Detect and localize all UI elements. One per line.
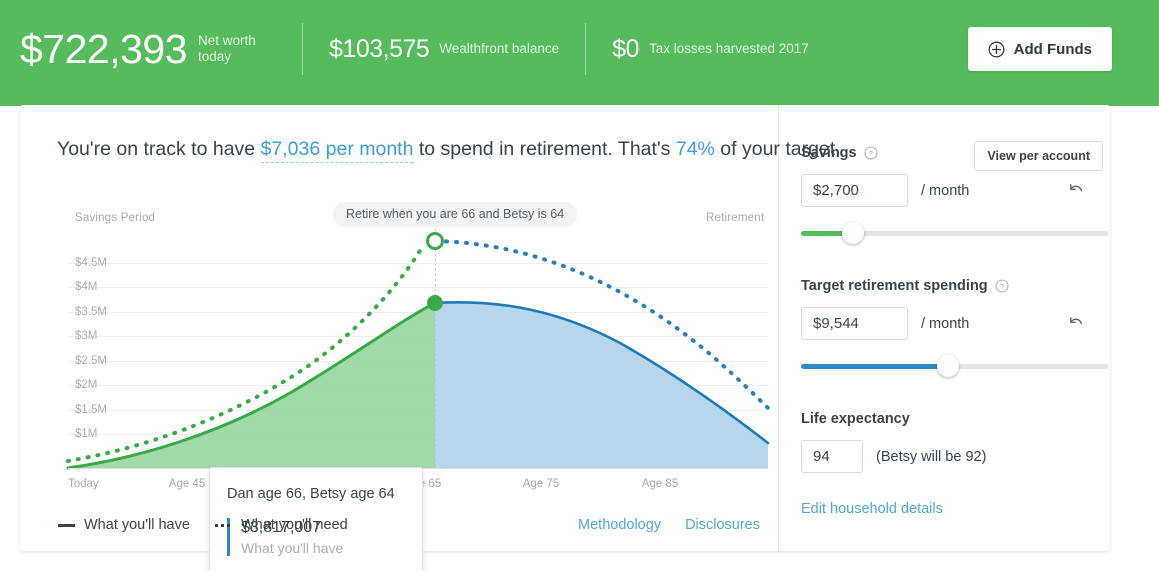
retirement-card: You're on track to have $7,036 per month…	[20, 105, 1110, 551]
savings-header: Savings ? View per account	[801, 145, 1091, 161]
headline-part1: You're on track to have	[57, 138, 261, 160]
need-marker	[428, 234, 443, 249]
ytick-4m: $4M	[75, 281, 97, 293]
controls-panel: Savings ? View per account / month	[779, 105, 1110, 551]
ytick-3-5m: $3.5M	[75, 306, 107, 318]
headline: You're on track to have $7,036 per month…	[57, 138, 841, 161]
headline-part2: to spend in retirement. That's	[413, 138, 675, 160]
life-expectancy-title: Life expectancy	[801, 411, 910, 427]
net-worth-amount: $722,393	[20, 27, 187, 71]
retirement-chart: Savings Period Retirement Retire when yo…	[20, 193, 778, 513]
target-spending-section: Target retirement spending ? / month	[801, 278, 1091, 373]
legend-need-label: What you'll need	[241, 517, 348, 533]
svg-text:?: ?	[869, 149, 873, 158]
life-expectancy-input[interactable]	[801, 440, 863, 473]
stat-wealthfront-balance: $103,575 Wealthfront balance	[329, 0, 585, 98]
net-worth-caption: Net worth today	[198, 33, 276, 65]
chart-panel: You're on track to have $7,036 per month…	[20, 105, 778, 551]
target-spending-slider-fill	[801, 364, 948, 369]
target-spending-title: Target retirement spending	[801, 278, 988, 294]
chart-plot	[20, 193, 778, 513]
life-expectancy-hint: (Betsy will be 92)	[876, 449, 986, 465]
xtick-age-75: Age 75	[523, 478, 559, 490]
legend-item-need: What you'll need	[215, 517, 348, 533]
svg-text:?: ?	[1000, 282, 1004, 291]
xtick-today: Today	[68, 478, 99, 490]
add-funds-label: Add Funds	[1014, 41, 1092, 58]
xtick-age-45: Age 45	[169, 478, 205, 490]
legend-item-have: What you'll have	[58, 517, 190, 533]
target-spending-reset-button[interactable]	[1065, 312, 1087, 334]
life-expectancy-header: Life expectancy	[801, 411, 1091, 427]
have-marker	[427, 295, 443, 311]
ytick-1-5m: $1.5M	[75, 404, 107, 416]
undo-arrow-icon	[1067, 181, 1085, 199]
retirement-period-label: Retirement	[706, 212, 764, 224]
tax-losses-caption: Tax losses harvested 2017	[649, 41, 809, 57]
savings-period-label: Savings Period	[75, 212, 155, 224]
target-spending-input[interactable]	[801, 307, 908, 340]
plus-circle-icon	[988, 41, 1005, 58]
ytick-1m: $1M	[75, 428, 97, 440]
legend-dotted-line-icon	[215, 524, 232, 527]
legend-have-label: What you'll have	[84, 517, 190, 533]
target-spending-slider[interactable]	[801, 359, 1108, 373]
stat-net-worth: $722,393 Net worth today	[20, 0, 302, 98]
view-per-account-button[interactable]: View per account	[974, 141, 1103, 171]
app-root: $722,393 Net worth today $103,575 Wealth…	[0, 0, 1159, 571]
ytick-3m: $3M	[75, 330, 97, 342]
savings-slider[interactable]	[801, 226, 1108, 240]
savings-reset-button[interactable]	[1065, 179, 1087, 201]
add-funds-button[interactable]: Add Funds	[968, 27, 1112, 71]
chart-footer-links: Methodology Disclosures	[578, 517, 760, 533]
help-icon[interactable]: ?	[995, 279, 1009, 293]
tooltip-have-caption: What you'll have	[241, 539, 343, 558]
target-spending-slider-knob[interactable]	[937, 355, 959, 377]
header-divider-2	[585, 23, 586, 75]
savings-section: Savings ? View per account / month	[801, 145, 1091, 240]
target-spending-header: Target retirement spending ?	[801, 278, 1091, 294]
retirement-annotation-pill: Retire when you are 66 and Betsy is 64	[333, 202, 577, 227]
savings-slider-knob[interactable]	[842, 222, 864, 244]
tax-losses-amount: $0	[612, 35, 639, 63]
xtick-age-85: Age 85	[642, 478, 678, 490]
header-band: $722,393 Net worth today $103,575 Wealth…	[0, 0, 1159, 106]
wealthfront-balance-amount: $103,575	[329, 35, 429, 63]
methodology-link[interactable]: Methodology	[578, 517, 661, 533]
life-expectancy-input-row: (Betsy will be 92)	[801, 440, 1091, 473]
help-icon[interactable]: ?	[864, 146, 878, 160]
target-spending-unit-label: / month	[921, 316, 969, 332]
target-spending-input-row: / month	[801, 307, 1091, 340]
ytick-2m: $2M	[75, 379, 97, 391]
edit-household-details-link[interactable]: Edit household details	[801, 501, 943, 517]
tooltip-title: Dan age 66, Betsy age 64	[227, 486, 422, 502]
ytick-4-5m: $4.5M	[75, 257, 107, 269]
stat-tax-losses: $0 Tax losses harvested 2017	[612, 0, 835, 98]
wealthfront-balance-caption: Wealthfront balance	[439, 41, 559, 57]
headline-monthly-amount[interactable]: $7,036 per month	[261, 138, 414, 163]
header-divider-1	[302, 23, 303, 75]
ytick-2-5m: $2.5M	[75, 355, 107, 367]
legend-solid-line-icon	[58, 524, 75, 527]
header-stats: $722,393 Net worth today $103,575 Wealth…	[20, 0, 835, 98]
life-expectancy-section: Life expectancy (Betsy will be 92)	[801, 411, 1091, 473]
savings-unit-label: / month	[921, 183, 969, 199]
headline-target-percent: 74%	[676, 138, 715, 160]
undo-arrow-icon	[1067, 314, 1085, 332]
savings-title: Savings	[801, 145, 857, 161]
chart-legend: What you'll have What you'll need	[58, 517, 348, 533]
savings-input-row: / month	[801, 174, 1091, 207]
disclosures-link[interactable]: Disclosures	[685, 517, 760, 533]
savings-input[interactable]	[801, 174, 908, 207]
